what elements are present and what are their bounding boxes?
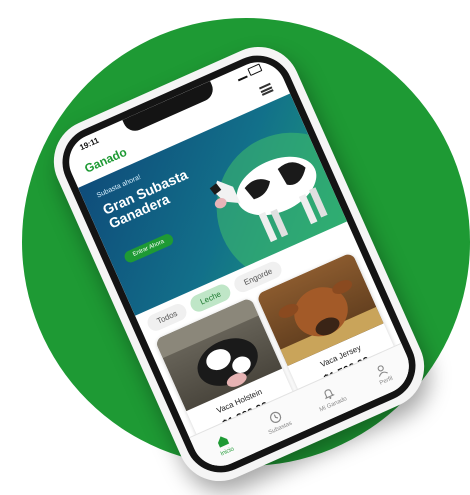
status-time: 19:11	[78, 135, 101, 153]
hamburger-menu-icon[interactable]	[258, 82, 274, 96]
bell-icon	[324, 388, 335, 399]
tab-label: Inicio	[219, 445, 235, 458]
enter-now-button[interactable]: Entrar Ahora	[122, 232, 175, 265]
user-icon	[377, 364, 388, 377]
tab-label: Perfil	[378, 375, 394, 387]
signal-icon	[235, 69, 248, 82]
clock-icon	[269, 411, 281, 423]
battery-icon	[247, 63, 263, 77]
home-icon	[217, 435, 229, 448]
